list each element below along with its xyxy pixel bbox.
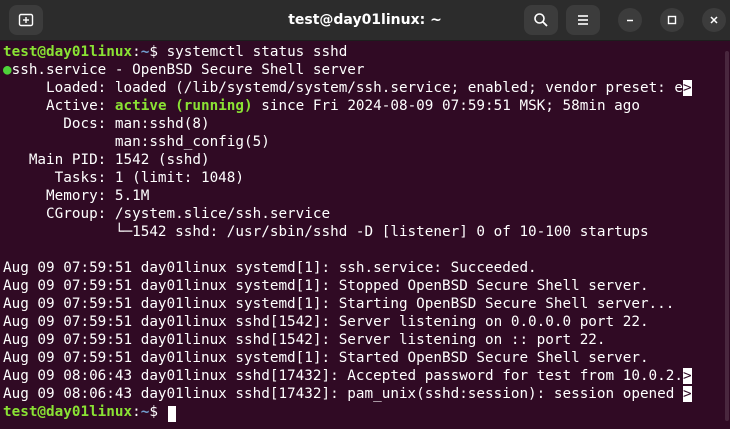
prompt-user-host: test@day01linux [3,44,133,60]
close-button[interactable] [702,8,726,32]
loaded-line: Loaded: loaded (/lib/systemd/system/ssh.… [3,79,692,97]
log-text: Aug 09 08:06:43 day01linux sshd[17432]: … [3,368,683,384]
maximize-button[interactable] [660,8,684,32]
new-tab-button[interactable] [9,5,43,35]
active-status-dot-icon: ● [3,62,12,78]
truncation-marker: > [683,386,692,402]
main-pid-line: Main PID: 1542 (sshd) [3,152,210,168]
log-line: Aug 09 07:59:51 day01linux sshd[1542]: S… [3,332,606,348]
active-state: active (running) [114,98,253,114]
log-line: Aug 09 07:59:51 day01linux sshd[1542]: S… [3,314,649,330]
docs-line-2: man:sshd_config(5) [3,134,270,150]
memory-line: Memory: 5.1M [3,188,150,204]
scrollbar-thumb[interactable] [725,51,729,421]
log-line: Aug 09 07:59:51 day01linux systemd[1]: S… [3,296,675,312]
active-line: Active: active (running) since Fri 2024-… [3,97,640,115]
cgroup-line: CGroup: /system.slice/ssh.service [3,206,331,222]
search-icon [534,13,548,27]
log-line: Aug 09 07:59:51 day01linux systemd[1]: S… [3,350,649,366]
close-icon [710,16,718,24]
maximize-icon [667,15,677,25]
log-line: Aug 09 07:59:51 day01linux systemd[1]: S… [3,278,649,294]
hamburger-menu-icon [578,15,588,25]
terminal-output[interactable]: test@day01linux:~$ systemctl status sshd… [0,41,730,429]
minimize-button[interactable] [618,8,642,32]
title-bar: test@day01linux: ~ [0,0,730,41]
prompt-line: test@day01linux:~$ [3,403,167,421]
truncation-marker: > [683,80,692,96]
loaded-value: loaded (/lib/systemd/system/ssh.service;… [114,80,683,96]
truncation-marker: > [683,368,692,384]
command-line: test@day01linux:~$ systemctl status sshd [3,43,347,61]
log-text: Aug 09 08:06:43 day01linux sshd[17432]: … [3,386,683,402]
prompt-colon: : [132,404,141,420]
prompt-symbol: $ [149,44,167,60]
prompt-user-host: test@day01linux [3,404,133,420]
text-cursor [168,406,176,422]
terminal-window: test@day01linux: ~ test@day01linux:~$ sy… [0,0,730,429]
log-line-truncated: Aug 09 08:06:43 day01linux sshd[17432]: … [3,385,692,403]
menu-button[interactable] [566,5,600,35]
active-label: Active: [3,98,115,114]
active-since: since Fri 2024-08-09 07:59:51 MSK; 58min… [252,98,640,114]
log-line-truncated: Aug 09 08:06:43 day01linux sshd[17432]: … [3,367,692,385]
status-header-line: ●ssh.service - OpenBSD Secure Shell serv… [3,61,365,79]
docs-line-1: Docs: man:sshd(8) [3,116,210,132]
tasks-line: Tasks: 1 (limit: 1048) [3,170,245,186]
minimize-icon [627,19,633,22]
prompt-colon: : [132,44,141,60]
command-text: systemctl status sshd [166,44,348,60]
loaded-label: Loaded: [3,80,115,96]
cgroup-child-line: └─1542 sshd: /usr/sbin/sshd -D [listener… [3,224,649,240]
prompt-symbol: $ [149,404,167,420]
search-button[interactable] [524,5,558,35]
log-line: Aug 09 07:59:51 day01linux systemd[1]: s… [3,260,537,276]
new-tab-icon [18,13,34,27]
scrollbar[interactable] [724,41,730,429]
status-header: ssh.service - OpenBSD Secure Shell serve… [11,62,365,78]
